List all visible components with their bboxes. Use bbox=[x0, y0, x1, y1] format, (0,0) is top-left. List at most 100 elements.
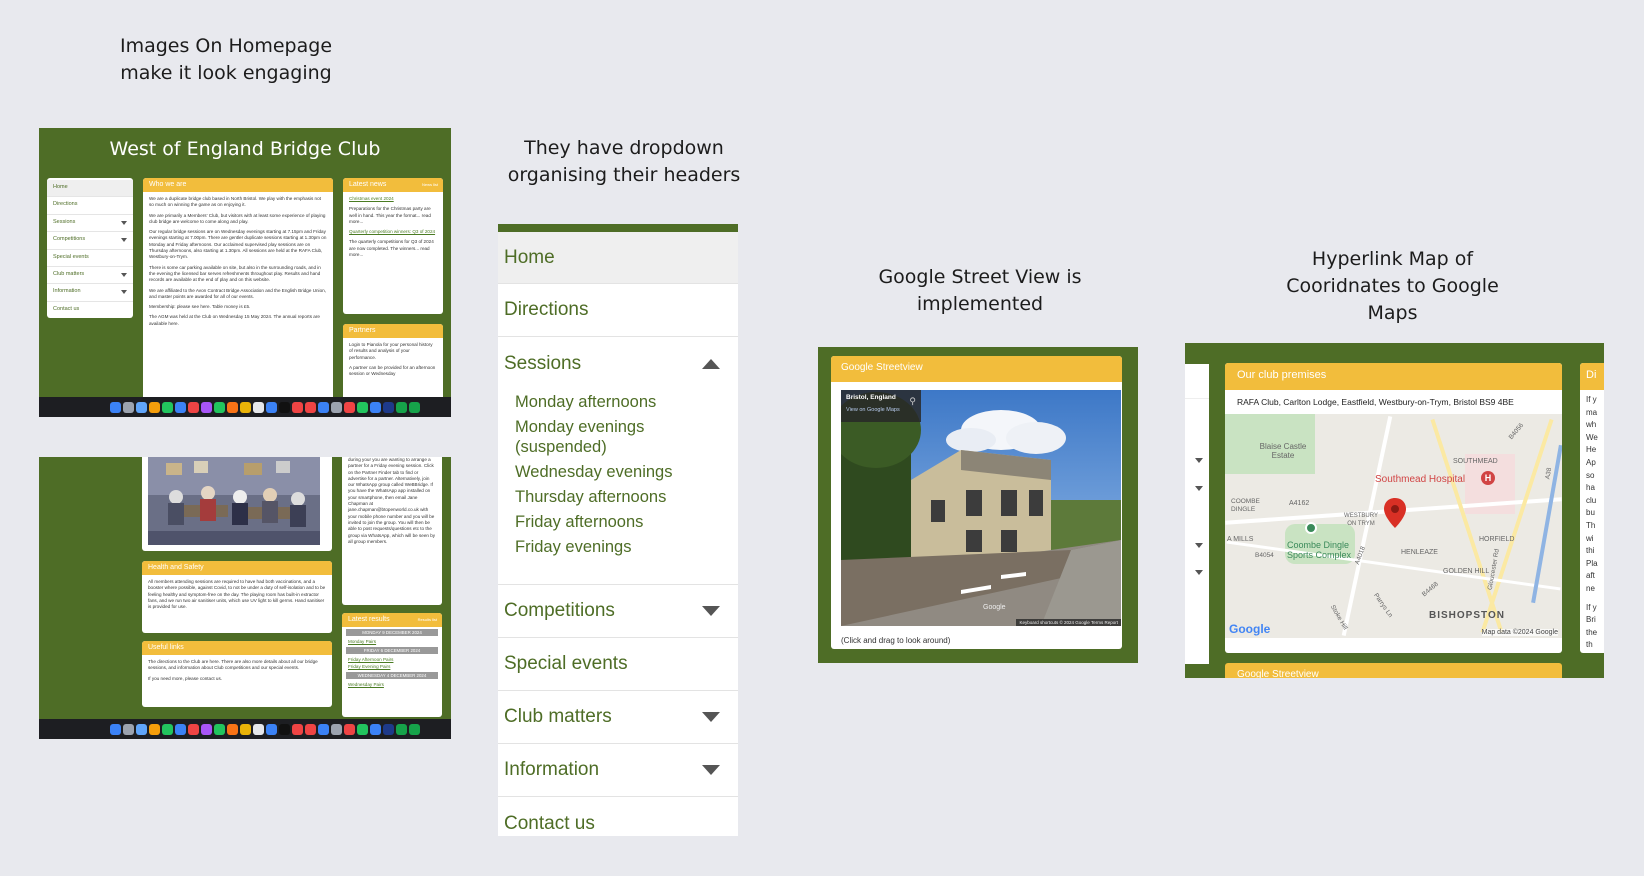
streetview-google-mark: Google bbox=[983, 604, 1006, 611]
who-we-are-heading: Who we are bbox=[143, 178, 333, 192]
latest-news-heading: Latest news bbox=[349, 181, 387, 188]
club-photo-card bbox=[142, 457, 332, 551]
caption-dropdown: They have dropdown organising their heade… bbox=[507, 137, 741, 186]
news-link[interactable]: Quarterly competition winners: Q3 of 202… bbox=[349, 229, 435, 234]
directions-peek-heading: Di bbox=[1580, 363, 1604, 390]
streetview-location-box[interactable]: Bristol, England View on Google Maps ⚲ bbox=[841, 390, 921, 422]
map-attribution: Map data ©2024 Google bbox=[1481, 629, 1558, 636]
map-label: B4468 bbox=[1420, 580, 1440, 599]
map-label: B4054 bbox=[1255, 552, 1274, 559]
nav-item-contact[interactable]: Contact us bbox=[498, 797, 738, 850]
result-link[interactable]: Monday Pairs bbox=[346, 636, 438, 647]
map-pin-icon[interactable] bbox=[1384, 498, 1406, 528]
sidebar-item-sessions[interactable]: Sessions bbox=[47, 215, 133, 233]
caption-homepage: Images On Homepage make it look engaging bbox=[119, 35, 333, 84]
result-link[interactable]: Friday Afternoon Pairs bbox=[346, 654, 438, 663]
nav-item-home[interactable]: Home bbox=[498, 232, 738, 284]
homepage-screenshot-bottom: Health and Safety All members attending … bbox=[39, 457, 451, 739]
club-players-photo bbox=[148, 457, 320, 545]
map-label: Parrys Ln bbox=[1372, 592, 1394, 619]
health-safety-card: Health and Safety All members attending … bbox=[142, 561, 332, 633]
latest-results-heading: Latest results bbox=[348, 616, 390, 623]
top-strip bbox=[1185, 337, 1604, 343]
partner-finder-text: during your you are wanting to arrange a… bbox=[348, 457, 436, 544]
homepage-screenshot-top: West of England Bridge Club Home Directi… bbox=[39, 128, 451, 417]
chevron-down-icon bbox=[121, 238, 127, 243]
sidebar-menu: Home Directions Sessions Competitions Sp… bbox=[47, 178, 133, 318]
partners-heading: Partners bbox=[343, 324, 443, 338]
site-title: West of England Bridge Club bbox=[109, 138, 381, 160]
latest-news-card: Latest news News list Christmas event 202… bbox=[343, 178, 443, 314]
chevron-down-icon bbox=[1195, 458, 1203, 463]
who-para: The AGM was held at the Club on Wednesda… bbox=[149, 314, 320, 326]
result-link[interactable]: Wednesday Pairs bbox=[346, 679, 438, 690]
map-label: A4162 bbox=[1289, 500, 1310, 507]
sidebar-item-contact[interactable]: Contact us bbox=[47, 302, 133, 318]
map-label: A38 bbox=[1544, 467, 1554, 480]
streetview-viewer[interactable]: Bristol, England View on Google Maps ⚲ G… bbox=[841, 390, 1121, 626]
nav-item-directions[interactable]: Directions bbox=[498, 284, 738, 337]
map-label: COOMBE DINGLE bbox=[1231, 498, 1260, 513]
map-label: HENLEAZE bbox=[1401, 549, 1438, 556]
streetview-hint: (Click and drag to look around) bbox=[841, 636, 951, 645]
directions-peek-text: If y ma wh We He Ap so ha clu bu Th wi thi Pla aft ne If… bbox=[1586, 395, 1598, 650]
sidebar-item-special-events[interactable]: Special events bbox=[47, 250, 133, 267]
chevron-down-icon bbox=[702, 765, 720, 775]
directions-card-peek: Di If y ma wh We He Ap so ha clu bu Th wi thi Pla aft n… bbox=[1580, 363, 1604, 653]
news-text: The quarterly competitions for Q3 of 202… bbox=[349, 239, 434, 258]
nav-item-competitions[interactable]: Competitions bbox=[498, 585, 738, 638]
park-marker-icon bbox=[1305, 522, 1317, 534]
streetview-card: Google Streetview Bristol, England View … bbox=[831, 356, 1122, 649]
news-list-link[interactable]: News list bbox=[422, 182, 438, 187]
premises-card: Our club premises RAFA Club, Carlton Lod… bbox=[1225, 363, 1562, 653]
news-link[interactable]: Christmas event 2024 bbox=[349, 196, 394, 201]
streetview-image bbox=[841, 390, 1121, 626]
submenu-item[interactable]: Wednesday evenings bbox=[515, 462, 738, 482]
map-label: HORFIELD bbox=[1479, 536, 1515, 543]
map-label: GOLDEN HILL bbox=[1443, 568, 1490, 575]
dropdown-nav-menu: Home Directions Sessions Monday afternoo… bbox=[498, 224, 738, 836]
view-on-google-maps-link[interactable]: View on Google Maps bbox=[846, 407, 916, 413]
chevron-down-icon bbox=[1195, 543, 1203, 548]
sidebar-item-home[interactable]: Home bbox=[47, 180, 133, 198]
sidebar-item-information[interactable]: Information bbox=[47, 284, 133, 302]
useful-links-card: Useful links The directions to the Club … bbox=[142, 641, 332, 707]
partner-finder-card: during your you are wanting to arrange a… bbox=[342, 457, 442, 605]
sidebar-item-club-matters[interactable]: Club matters bbox=[47, 267, 133, 285]
nav-item-club-matters[interactable]: Club matters bbox=[498, 691, 738, 744]
chevron-down-icon bbox=[1195, 570, 1203, 575]
google-map[interactable]: Blaise Castle Estate SOUTHMEAD Southmead… bbox=[1225, 414, 1562, 638]
map-label: Southmead Hospital bbox=[1375, 474, 1466, 485]
sidebar-item-directions[interactable]: Directions bbox=[47, 197, 133, 215]
result-date: FRIDAY 6 DECEMBER 2024 bbox=[346, 647, 438, 654]
nav-item-information[interactable]: Information bbox=[498, 744, 738, 797]
sidebar-item-competitions[interactable]: Competitions bbox=[47, 232, 133, 250]
chevron-down-icon bbox=[1195, 486, 1203, 491]
map-label: SOUTHMEAD bbox=[1453, 458, 1498, 465]
premises-address: RAFA Club, Carlton Lodge, Eastfield, Wes… bbox=[1237, 397, 1514, 407]
premises-heading: Our club premises bbox=[1225, 363, 1562, 390]
latest-results-card: Latest results Results list MONDAY 9 DECE… bbox=[342, 613, 442, 717]
result-link[interactable]: Friday Evening Pairs bbox=[346, 663, 438, 672]
chevron-up-icon bbox=[702, 358, 720, 369]
streetview-screenshot: Google Streetview Bristol, England View … bbox=[818, 347, 1138, 663]
map-label: B4056 bbox=[1507, 422, 1526, 441]
map-screenshot: Our club premises RAFA Club, Carlton Lod… bbox=[1185, 337, 1604, 678]
submenu-item[interactable]: Friday afternoons bbox=[515, 512, 738, 532]
submenu-item[interactable]: Monday afternoons bbox=[515, 392, 738, 412]
nav-item-sessions[interactable]: Sessions bbox=[498, 337, 738, 390]
useful-links-heading: Useful links bbox=[142, 641, 332, 655]
partners-card: Partners Login to Pianola for your perso… bbox=[343, 324, 443, 404]
hospital-icon: H bbox=[1481, 471, 1495, 485]
who-para: We are a duplicate bridge club based in … bbox=[149, 196, 321, 208]
submenu-item[interactable]: Thursday afternoons bbox=[515, 487, 738, 507]
submenu-item[interactable]: Monday evenings (suspended) bbox=[515, 417, 675, 457]
streetview-card-peek: Google Streetview bbox=[1225, 663, 1562, 678]
mac-dock bbox=[39, 719, 451, 739]
submenu-item[interactable]: Friday evenings bbox=[515, 537, 738, 557]
results-list-link[interactable]: Results list bbox=[418, 617, 437, 622]
who-para: We are primarily a Members' Club, but vi… bbox=[149, 212, 326, 224]
nav-item-special-events[interactable]: Special events bbox=[498, 638, 738, 691]
who-we-are-card: Who we are We are a duplicate bridge clu… bbox=[143, 178, 333, 408]
chevron-down-icon bbox=[702, 712, 720, 722]
